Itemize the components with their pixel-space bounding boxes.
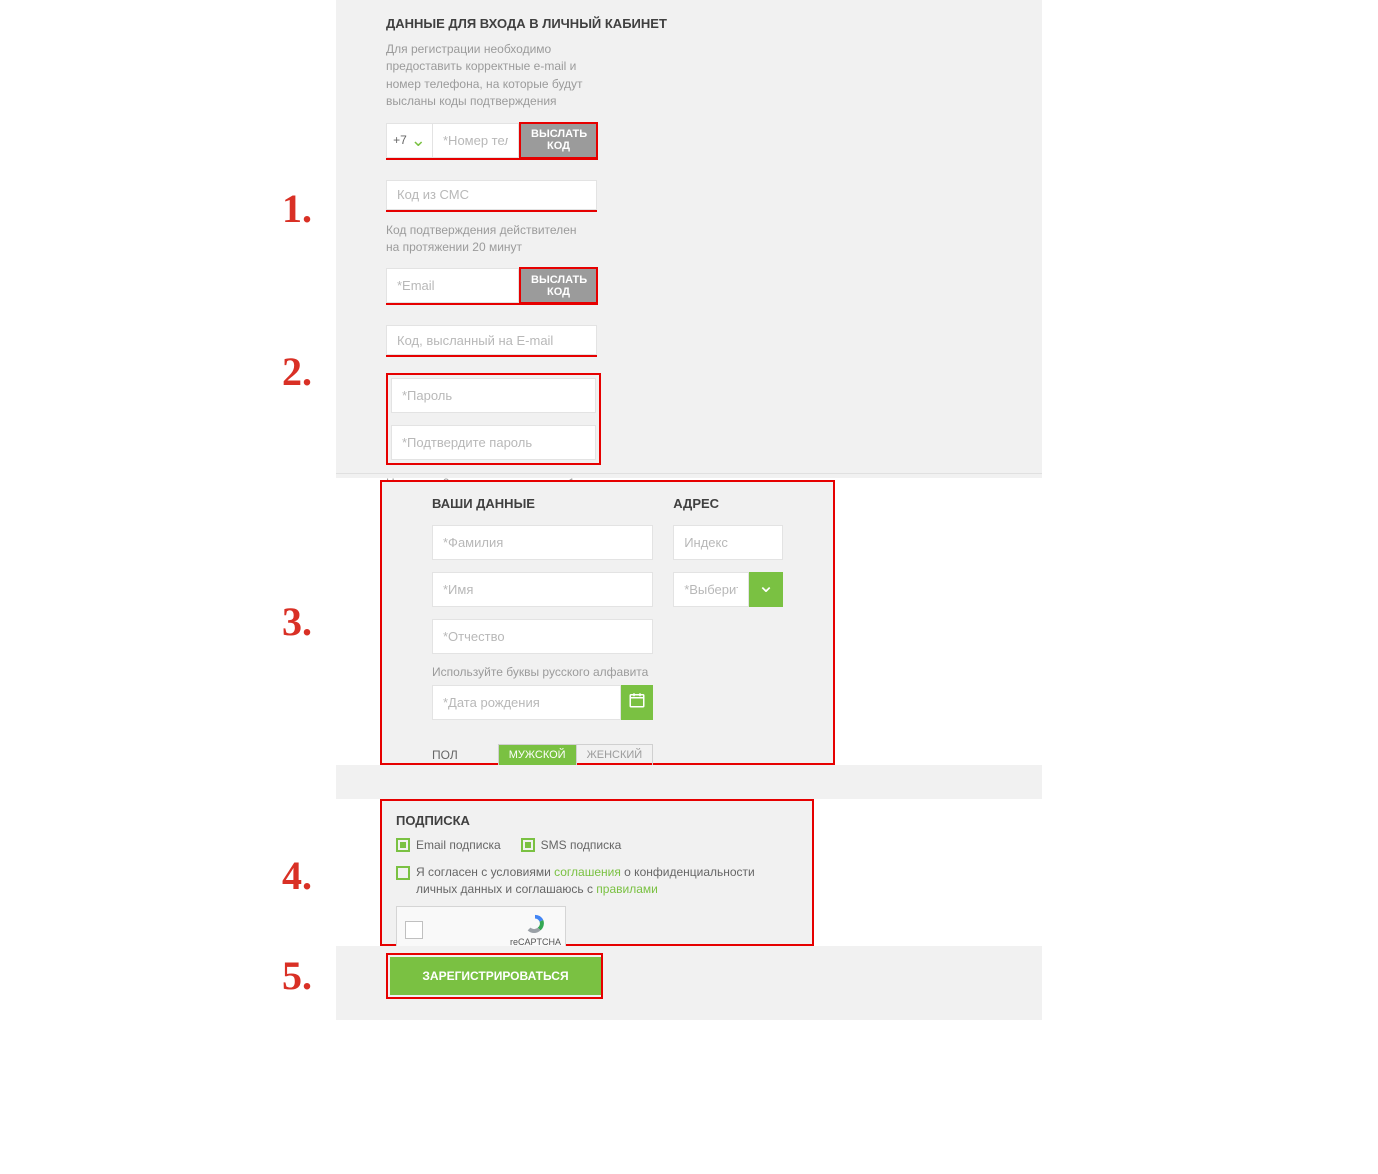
email-code-input[interactable]	[386, 325, 597, 355]
dob-input[interactable]	[432, 685, 621, 720]
sms-subscription-option[interactable]: SMS подписка	[521, 838, 622, 852]
address-title: АДРЕС	[673, 496, 783, 511]
register-button[interactable]: ЗАРЕГИСТРИРОВАТЬСЯ	[390, 957, 601, 995]
step-number-1: 1.	[282, 185, 312, 232]
phone-input[interactable]	[433, 123, 519, 158]
gender-male-option[interactable]: МУЖСКОЙ	[499, 745, 576, 765]
step-number-5: 5.	[282, 952, 312, 999]
gender-female-option[interactable]: ЖЕНСКИЙ	[576, 745, 653, 765]
code-validity-hint: Код подтверждения действителен на протяж…	[386, 222, 586, 257]
checkbox-checked-icon	[396, 838, 410, 852]
send-email-code-button[interactable]: ВЫСЛАТЬ КОД	[519, 267, 598, 304]
chevron-down-icon: ⌄	[411, 130, 426, 151]
calendar-icon	[628, 691, 646, 714]
recaptcha-checkbox[interactable]	[405, 921, 423, 939]
personal-title: ВАШИ ДАННЫЕ	[432, 496, 653, 511]
phone-prefix-value: +7	[393, 133, 407, 147]
step-number-2: 2.	[282, 348, 312, 395]
agreement-checkbox[interactable]	[396, 866, 410, 880]
alphabet-hint: Используйте буквы русского алфавита	[432, 664, 653, 681]
agreement-link[interactable]: соглашения	[554, 865, 621, 879]
region-select[interactable]	[673, 572, 749, 607]
confirm-password-input[interactable]	[391, 425, 596, 460]
patronymic-input[interactable]	[432, 619, 653, 654]
calendar-button[interactable]	[621, 685, 653, 720]
agreement-text: Я согласен с условиями соглашения о конф…	[416, 864, 798, 898]
recaptcha-icon	[524, 913, 546, 935]
login-description: Для регистрации необходимо предоставить …	[386, 41, 596, 111]
email-subscription-option[interactable]: Email подписка	[396, 838, 501, 852]
password-input[interactable]	[391, 378, 596, 413]
send-sms-code-button[interactable]: ВЫСЛАТЬ КОД	[519, 122, 598, 159]
sms-sub-label: SMS подписка	[541, 838, 622, 852]
rules-link[interactable]: правилами	[596, 882, 658, 896]
step-number-4: 4.	[282, 852, 312, 899]
login-title: ДАННЫЕ ДЛЯ ВХОДА В ЛИЧНЫЙ КАБИНЕТ	[386, 0, 992, 31]
sms-code-input[interactable]	[386, 180, 597, 210]
gender-toggle[interactable]: МУЖСКОЙ ЖЕНСКИЙ	[498, 744, 653, 766]
checkbox-checked-icon	[521, 838, 535, 852]
step-number-3: 3.	[282, 598, 312, 645]
phone-prefix-select[interactable]: +7 ⌄	[386, 123, 433, 158]
name-input[interactable]	[432, 572, 653, 607]
email-input[interactable]	[386, 268, 519, 303]
surname-input[interactable]	[432, 525, 653, 560]
gender-label: ПОЛ	[432, 748, 458, 762]
region-dropdown-button[interactable]: ⌄	[749, 572, 783, 607]
email-sub-label: Email подписка	[416, 838, 501, 852]
postal-index-input[interactable]	[673, 525, 783, 560]
subscription-title: ПОДПИСКА	[396, 813, 798, 828]
